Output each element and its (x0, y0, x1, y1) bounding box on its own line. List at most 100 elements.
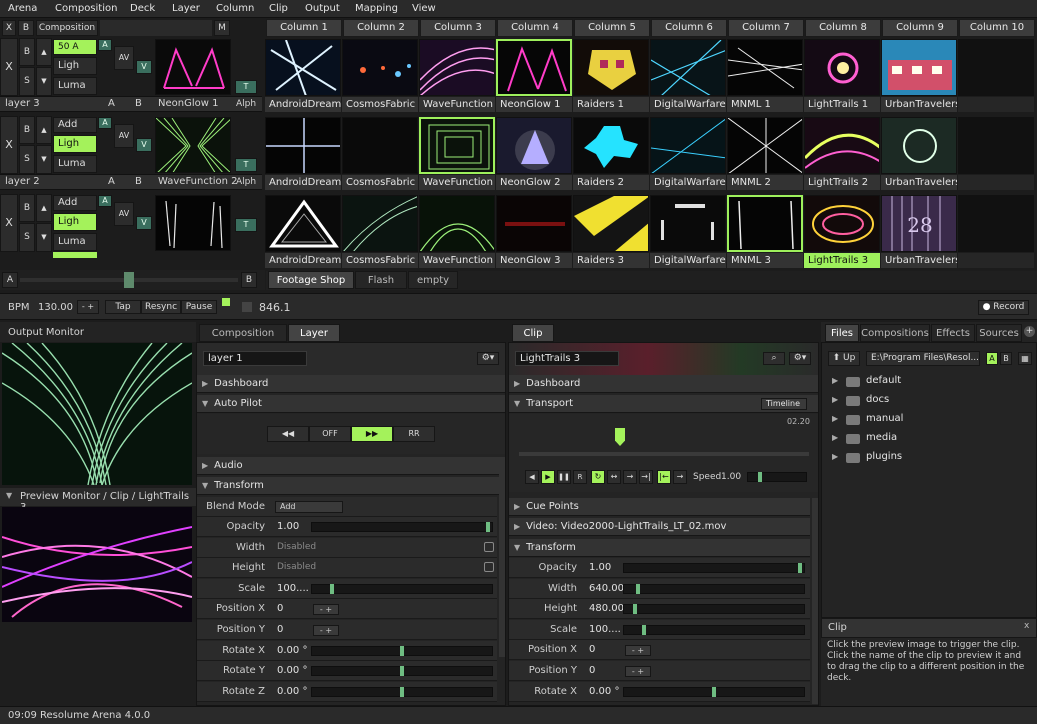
property-value[interactable]: 480.00 (589, 603, 624, 614)
layer-down-button[interactable]: ▼ (36, 67, 52, 96)
view-mode-icon[interactable]: ▦ (1018, 352, 1032, 365)
play-backward-icon[interactable]: ◀ (525, 470, 539, 484)
menu-mapping[interactable]: Mapping (355, 3, 398, 14)
expand-icon[interactable]: ▶ (832, 395, 838, 404)
tap-button[interactable]: Tap (105, 300, 141, 314)
slider-knob[interactable] (798, 563, 803, 573)
layer-preview-thumbnail[interactable] (155, 39, 231, 95)
column-7-header[interactable]: Column 7 (728, 19, 804, 37)
clip-name[interactable]: AndroidDreams 2 (265, 175, 341, 190)
menu-arena[interactable]: Arena (8, 3, 37, 14)
property-value[interactable]: 1.00 (589, 562, 611, 573)
layer-transform-section[interactable]: ▼ Transform (197, 477, 505, 495)
browser-b-button[interactable]: B (1000, 352, 1012, 365)
property-slider[interactable] (311, 645, 493, 656)
layer-preview-thumbnail[interactable] (155, 195, 231, 251)
clip-thumbnail[interactable] (342, 39, 418, 96)
slider-knob[interactable] (641, 624, 646, 635)
property-stepper[interactable]: - + (313, 625, 339, 636)
blend-mode-select[interactable]: Add (275, 501, 343, 513)
layer-mask-mode[interactable]: Luma (53, 155, 97, 173)
tab-compositions[interactable]: Compositions (860, 324, 930, 342)
expand-icon[interactable]: ▶ (832, 433, 838, 442)
out-point-icon[interactable]: → (673, 470, 687, 484)
clip-name[interactable]: Raiders 1 (573, 97, 649, 112)
property-value[interactable]: 0.00 ° (277, 665, 307, 676)
layer-transition-button[interactable]: T (235, 80, 257, 94)
tab-effects[interactable]: Effects (931, 324, 975, 342)
clip-name[interactable]: Raiders 2 (573, 175, 649, 190)
tab-sources[interactable]: Sources (976, 324, 1022, 342)
column-6-header[interactable]: Column 6 (651, 19, 727, 37)
layer-name[interactable]: layer 2 (5, 176, 40, 187)
layer-video-button[interactable]: V (136, 60, 152, 74)
preview-monitor-view[interactable] (2, 507, 192, 622)
clip-thumbnail[interactable] (727, 39, 803, 96)
property-checkbox[interactable] (484, 541, 494, 552)
clip-thumbnail[interactable] (496, 39, 572, 96)
layer-mask-mode[interactable]: Luma (53, 77, 97, 95)
tab-clip[interactable]: Clip (512, 324, 554, 342)
clip-thumbnail[interactable] (573, 195, 649, 252)
clip-thumbnail[interactable] (573, 39, 649, 96)
tab-layer[interactable]: Layer (288, 324, 340, 342)
clip-name[interactable]: LightTrails 1 (804, 97, 880, 112)
clip-name[interactable]: MNML 3 (727, 253, 803, 268)
clip-name[interactable] (958, 253, 1034, 268)
clip-name[interactable]: NeonGlow 3 (496, 253, 572, 268)
folder-item[interactable]: ▶ docs (832, 394, 1012, 410)
clip-name[interactable]: NeonGlow 2 (496, 175, 572, 190)
layer-name[interactable]: layer 3 (5, 98, 40, 109)
clip-thumbnail[interactable] (573, 117, 649, 174)
property-stepper[interactable]: - + (625, 666, 651, 677)
layer-transition-button[interactable]: T (235, 218, 257, 232)
property-value[interactable]: 0 (589, 665, 595, 676)
clip-thumbnail[interactable] (265, 39, 341, 96)
property-slider[interactable] (311, 522, 493, 532)
expand-icon[interactable]: ▶ (832, 376, 838, 385)
property-value[interactable]: 1.00 (277, 521, 299, 532)
clip-name[interactable]: DigitalWarfare 2 (650, 175, 726, 190)
clip-thumbnail[interactable] (804, 195, 880, 252)
tab-files[interactable]: Files (825, 324, 859, 342)
property-value[interactable]: 0.00 ° (277, 645, 307, 656)
clip-name[interactable]: AndroidDreams 1 (265, 97, 341, 112)
help-close-icon[interactable]: x (1024, 621, 1029, 631)
slider-knob[interactable] (400, 666, 404, 677)
clip-name[interactable]: CosmosFabric 2 (342, 175, 418, 190)
layer-alpha-button[interactable]: Alph (236, 177, 256, 187)
slider-knob[interactable] (400, 645, 404, 656)
layer-solo-button[interactable]: S (19, 145, 35, 174)
clip-thumbnail[interactable] (650, 117, 726, 174)
clip-thumbnail[interactable] (496, 117, 572, 174)
clip-transport-section[interactable]: ▼ Transport Timeline (509, 395, 818, 413)
slider-knob[interactable] (486, 522, 491, 532)
property-value[interactable]: 0.00 ° (589, 686, 619, 697)
clip-name[interactable] (958, 175, 1034, 190)
transport-mode-select[interactable]: Timeline (761, 398, 807, 410)
speed-value[interactable]: 1.00 (721, 472, 741, 482)
column-4-header[interactable]: Column 4 (497, 19, 573, 37)
clip-thumbnail[interactable] (650, 195, 726, 252)
clip-settings-gear-icon[interactable]: ⚙▾ (789, 352, 811, 365)
clip-name[interactable]: WaveFunction 1 (419, 97, 495, 112)
resync-button[interactable]: Resync (141, 300, 181, 314)
layer-preview-thumbnail[interactable] (155, 117, 231, 173)
layer-av-button[interactable]: AV (114, 202, 134, 226)
menu-clip[interactable]: Clip (269, 3, 288, 14)
property-value[interactable]: Disabled (277, 542, 316, 552)
clip-thumbnail[interactable] (496, 195, 572, 252)
clip-name[interactable] (958, 97, 1034, 112)
add-tab-icon[interactable]: + (1024, 326, 1035, 337)
bounce-icon[interactable]: ↔ (607, 470, 621, 484)
folder-item[interactable]: ▶ plugins (832, 451, 1012, 467)
clip-name[interactable]: CosmosFabric 3 (342, 253, 418, 268)
clip-thumbnail[interactable] (727, 117, 803, 174)
property-stepper[interactable]: - + (313, 604, 339, 616)
layer-clear-button[interactable]: X (0, 116, 18, 174)
layer-blend-mode[interactable]: Ligh (53, 213, 97, 231)
property-slider[interactable] (311, 686, 493, 697)
column-1-header[interactable]: Column 1 (266, 19, 342, 37)
clip-thumbnail[interactable] (958, 117, 1034, 174)
clip-panel-scrollbar[interactable] (812, 498, 818, 704)
